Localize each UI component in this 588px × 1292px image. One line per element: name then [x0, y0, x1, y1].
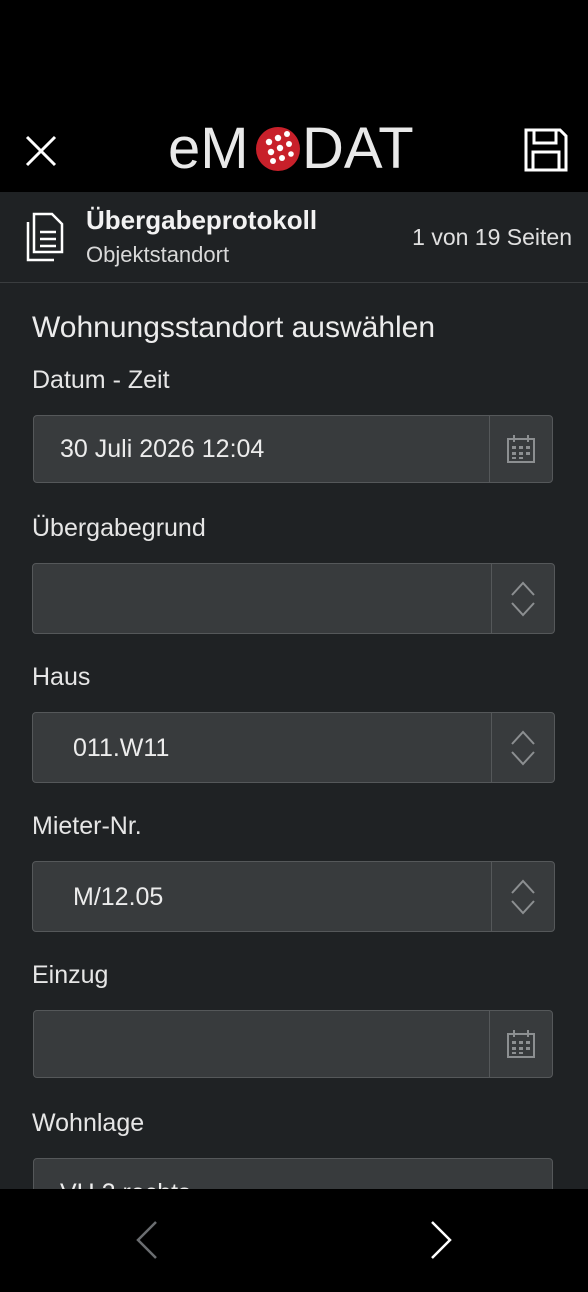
house-value: 011.W11 — [73, 734, 170, 762]
top-bar: eM DAT — [0, 0, 588, 192]
document-title: Übergabeprotokoll — [86, 205, 318, 235]
date-time-calendar-button[interactable] — [489, 416, 552, 482]
tenant-number-toggle[interactable] — [491, 862, 554, 931]
house-label: Haus — [32, 663, 91, 691]
move-in-date-field[interactable] — [33, 1010, 553, 1078]
chevron-left-icon — [136, 1221, 157, 1259]
save-icon — [524, 128, 568, 172]
logo-text-suffix: DAT — [302, 116, 414, 181]
previous-page-button[interactable] — [130, 1218, 164, 1262]
form-content: Wohnungsstandort auswählen Datum - Zeit … — [0, 283, 588, 1189]
date-time-field[interactable]: 30 Juli 2026 12:04 — [33, 415, 553, 483]
select-arrows-icon — [511, 581, 535, 616]
next-page-button[interactable] — [424, 1218, 458, 1262]
document-icon — [24, 212, 66, 262]
handover-reason-label: Übergabegrund — [32, 514, 206, 542]
date-time-value: 30 Juli 2026 12:04 — [60, 435, 265, 463]
handover-reason-toggle[interactable] — [491, 564, 554, 633]
location-select[interactable]: VH 2 rechts — [33, 1158, 553, 1189]
tenant-number-label: Mieter-Nr. — [32, 812, 142, 840]
handover-reason-select[interactable] — [32, 563, 555, 634]
calendar-icon — [507, 1030, 535, 1058]
select-arrows-icon — [511, 730, 535, 765]
tenant-number-select[interactable]: M/12.05 — [32, 861, 555, 932]
close-button[interactable] — [22, 132, 60, 170]
document-subtitle: Objektstandort — [86, 242, 230, 267]
app-logo: eM DAT — [168, 112, 422, 184]
logo-dice-icon — [256, 127, 300, 171]
section-title: Wohnungsstandort auswählen — [32, 311, 436, 344]
save-button[interactable] — [522, 126, 570, 174]
move-in-calendar-button[interactable] — [489, 1011, 552, 1077]
calendar-icon — [507, 435, 535, 463]
house-toggle[interactable] — [491, 713, 554, 782]
chevron-right-icon — [431, 1221, 452, 1259]
bottom-nav-bar — [0, 1189, 588, 1292]
location-value: VH 2 rechts — [60, 1179, 191, 1189]
logo-text-prefix: eM — [168, 116, 249, 181]
date-time-label: Datum - Zeit — [32, 366, 170, 394]
close-icon — [25, 135, 57, 167]
move-in-label: Einzug — [32, 961, 109, 989]
location-label: Wohnlage — [32, 1109, 145, 1137]
page-counter: 1 von 19 Seiten — [412, 224, 572, 250]
select-arrows-icon — [511, 879, 535, 914]
tenant-number-value: M/12.05 — [73, 883, 164, 911]
house-select[interactable]: 011.W11 — [32, 712, 555, 783]
